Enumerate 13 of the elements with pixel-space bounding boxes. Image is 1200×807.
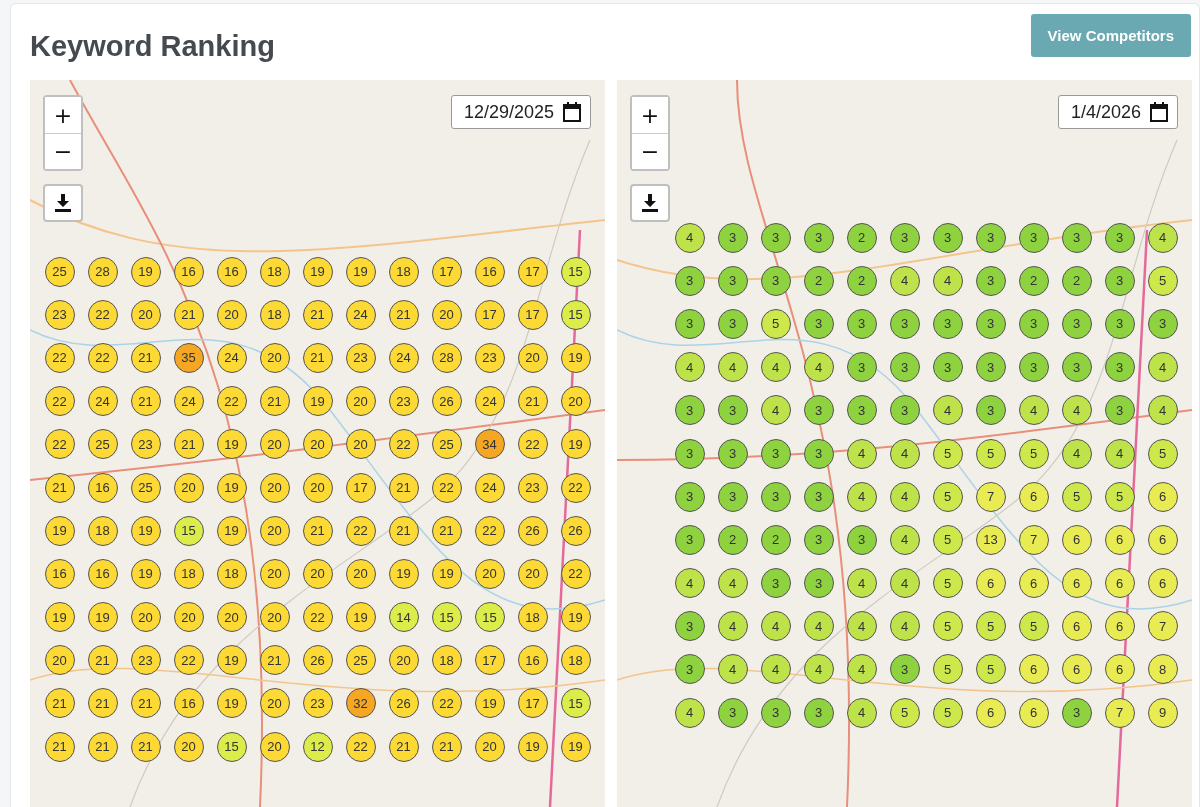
download-button[interactable] <box>630 184 670 222</box>
download-button[interactable] <box>43 184 83 222</box>
date-value: 1/4/2026 <box>1070 101 1141 123</box>
zoom-out-button[interactable]: − <box>632 133 668 169</box>
date-field[interactable]: 1/4/2026 <box>1057 95 1178 129</box>
download-icon <box>642 194 658 212</box>
date-field[interactable]: 12/29/2025 <box>450 95 591 129</box>
calendar-icon <box>1149 101 1169 123</box>
date-value: 12/29/2025 <box>463 101 554 123</box>
page-title: Keyword Ranking <box>30 30 275 63</box>
calendar-icon <box>562 101 582 123</box>
zoom-out-button[interactable]: − <box>45 133 81 169</box>
download-icon <box>55 194 71 212</box>
